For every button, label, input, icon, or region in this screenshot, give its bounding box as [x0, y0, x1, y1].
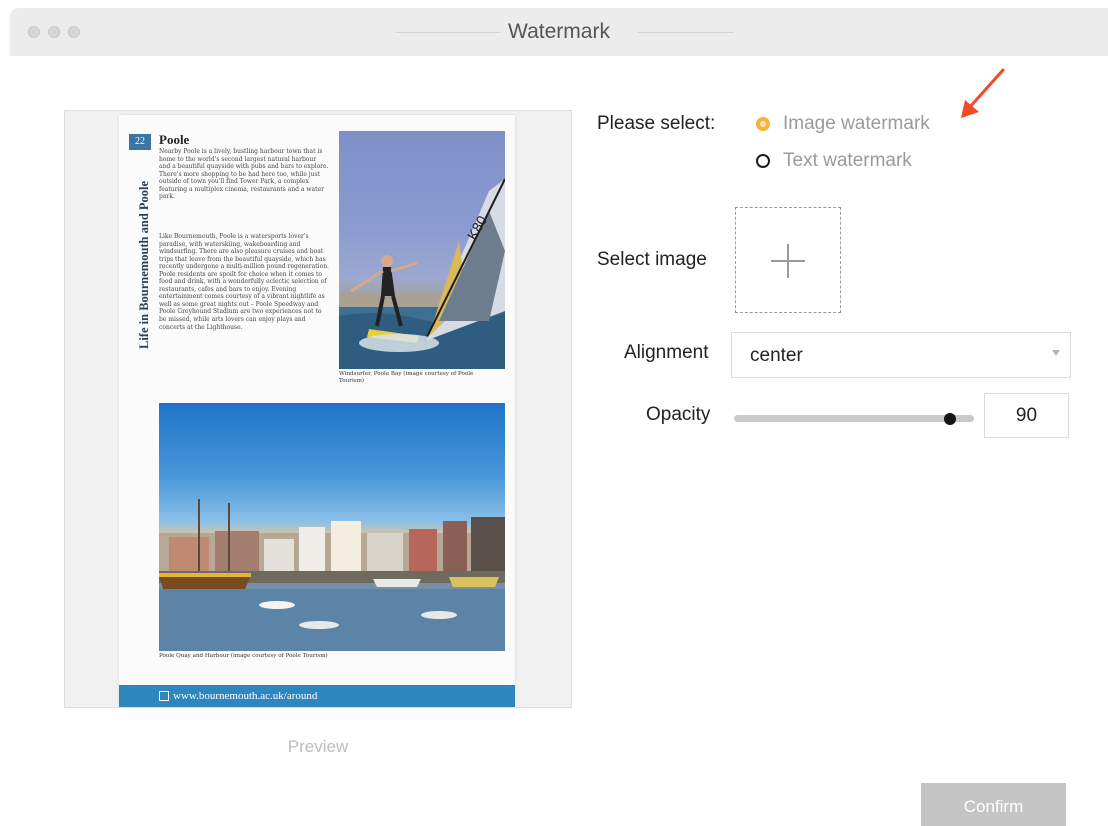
footer-url: www.bournemouth.ac.uk/around: [173, 690, 318, 702]
chevron-down-icon: [1052, 350, 1060, 356]
harbour-photo-art: [159, 499, 505, 651]
radio-unchecked-icon: [756, 154, 770, 168]
radio-image-watermark[interactable]: Image watermark: [756, 112, 930, 136]
title-bar: Watermark: [10, 8, 1108, 56]
opacity-value-input[interactable]: 90: [984, 393, 1069, 438]
window-title: Watermark: [508, 20, 610, 43]
harbour-photo: [159, 403, 505, 651]
document-footer: www.bournemouth.ac.uk/around: [119, 685, 515, 707]
preview-label: Preview: [287, 737, 349, 756]
document-paragraph-1: Nearby Poole is a lively, bustling harbo…: [159, 148, 329, 201]
opacity-slider[interactable]: [734, 412, 974, 425]
alignment-select-value: center: [750, 345, 803, 366]
vertical-title: Life in Bournemouth and Poole: [137, 180, 151, 349]
plus-icon-vertical: [787, 244, 789, 278]
page-number: 22: [129, 134, 151, 150]
annotation-arrow-icon: [961, 68, 1005, 118]
select-image-label: Select image: [597, 249, 707, 270]
caption-harbour: Poole Quay and Harbour (image courtesy o…: [159, 653, 328, 659]
vertical-title-container: Life in Bournemouth and Poole: [123, 153, 157, 349]
opacity-slider-thumb[interactable]: [944, 413, 956, 425]
radio-checked-icon: [756, 117, 770, 131]
preview-frame: 22 Life in Bournemouth and Poole Poole N…: [64, 110, 572, 708]
radio-text-watermark[interactable]: Text watermark: [756, 149, 912, 173]
please-select-label: Please select:: [597, 113, 716, 134]
confirm-button[interactable]: Confirm: [921, 783, 1066, 826]
document-heading: Poole: [159, 132, 190, 147]
alignment-select[interactable]: center: [731, 332, 1071, 378]
opacity-label: Opacity: [646, 404, 711, 425]
preview-document: 22 Life in Bournemouth and Poole Poole N…: [119, 115, 515, 707]
windsurfer-photo: K80: [339, 131, 505, 369]
radio-label-text-watermark: Text watermark: [783, 150, 912, 171]
document-paragraph-2: Like Bournemouth, Poole is a watersports…: [159, 233, 329, 331]
select-image-button[interactable]: [735, 207, 841, 313]
opacity-slider-track: [734, 415, 974, 422]
radio-label-image-watermark: Image watermark: [783, 113, 930, 134]
windsurfer-photo-art: K80: [339, 178, 505, 369]
caption-windsurfer: Windsurfer, Poole Bay (image courtesy of…: [339, 371, 474, 384]
alignment-label: Alignment: [624, 342, 709, 363]
